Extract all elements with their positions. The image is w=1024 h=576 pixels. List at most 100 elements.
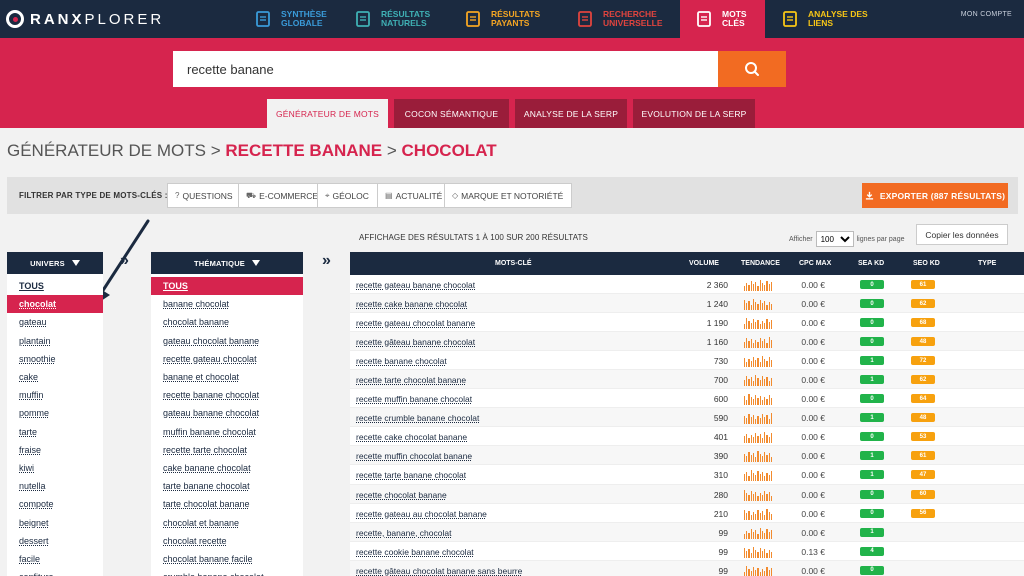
trend-bar: [759, 300, 761, 311]
thematique-item[interactable]: crumble banane chocolat: [151, 568, 303, 576]
trend-bar: [766, 528, 768, 539]
thematique-item[interactable]: recette tarte chocolat: [151, 441, 303, 459]
seo-kd-badge: 68: [911, 318, 935, 328]
univers-item[interactable]: cake: [7, 368, 103, 386]
expand-univers-icon[interactable]: »: [120, 252, 129, 270]
account-link[interactable]: MON COMPTE: [961, 11, 1012, 18]
seo-kd-badge: 72: [911, 356, 935, 366]
expand-thematique-icon[interactable]: »: [322, 252, 331, 270]
col-cpc[interactable]: CPC MAX: [799, 260, 831, 267]
keyword-link[interactable]: recette tarte chocolat banane: [356, 375, 466, 385]
tab-generateur[interactable]: GÉNÉRATEUR DE MOTS: [267, 99, 388, 128]
trend-bar: [750, 528, 752, 539]
filter-chip-0[interactable]: ? QUESTIONS: [167, 183, 242, 208]
thematique-item[interactable]: muffin banane chocolat: [151, 423, 303, 441]
thematique-item[interactable]: chocolat recette: [151, 532, 303, 550]
univers-item[interactable]: confiture: [7, 568, 103, 576]
keyword-link[interactable]: recette cookie banane chocolat: [356, 547, 474, 557]
keyword-link[interactable]: recette banane chocolat: [356, 356, 447, 366]
univers-item[interactable]: fraise: [7, 441, 103, 459]
thematique-item[interactable]: chocolat banane facile: [151, 550, 303, 568]
keyword-link[interactable]: recette gateau banane chocolat: [356, 280, 475, 290]
search-input[interactable]: [173, 51, 718, 87]
table-row: recette tarte banane chocolat 310 0.00 € 1 4…: [350, 465, 1024, 485]
trend-bar: [755, 395, 757, 406]
col-keyword[interactable]: MOTS-CLÉ: [495, 260, 532, 267]
col-volume[interactable]: VOLUME: [689, 260, 719, 267]
keyword-link[interactable]: recette chocolat banane: [356, 490, 447, 500]
filter-chip-1[interactable]: ⛟ E-COMMERCE: [238, 183, 328, 208]
univers-item[interactable]: plantain: [7, 332, 103, 350]
logo[interactable]: RANXPLORER: [6, 10, 164, 28]
trend-bar: [746, 512, 748, 520]
univers-header[interactable]: UNIVERS: [7, 252, 103, 274]
thematique-item[interactable]: tarte banane chocolat: [151, 477, 303, 495]
thematique-item[interactable]: banane chocolat: [151, 295, 303, 313]
filter-chip-2[interactable]: ⌖ GÉOLOC: [317, 183, 378, 208]
thematique-item[interactable]: gateau banane chocolat: [151, 404, 303, 422]
univers-item[interactable]: compote: [7, 495, 103, 513]
search-button[interactable]: [718, 51, 786, 87]
univers-item[interactable]: beignet: [7, 513, 103, 531]
univers-item[interactable]: smoothie: [7, 350, 103, 368]
keyword-link[interactable]: recette gâteau banane chocolat: [356, 337, 475, 347]
univers-item[interactable]: chocolat: [7, 295, 103, 314]
cpc-cell: 0.00 €: [801, 527, 825, 538]
thematique-item[interactable]: tarte chocolat banane: [151, 495, 303, 513]
document-icon: [255, 10, 271, 28]
trend-bar: [746, 550, 748, 558]
nav-item-0[interactable]: SYNTHÈSE GLOBALE: [255, 0, 341, 38]
tab-analyse-serp[interactable]: ANALYSE DE LA SERP: [515, 99, 627, 128]
keyword-link[interactable]: recette cake chocolat banane: [356, 432, 467, 442]
export-button[interactable]: EXPORTER (887 RÉSULTATS): [862, 183, 1008, 208]
nav-item-4[interactable]: MOTS CLÉS: [680, 0, 765, 38]
univers-item[interactable]: gateau: [7, 313, 103, 331]
nav-item-3[interactable]: RECHERCHE UNIVERSELLE: [577, 0, 663, 38]
keyword-link[interactable]: recette cake banane chocolat: [356, 299, 467, 309]
keyword-link[interactable]: recette, banane, chocolat: [356, 528, 451, 538]
thematique-item[interactable]: recette banane chocolat: [151, 386, 303, 404]
univers-item[interactable]: muffin: [7, 386, 103, 404]
thematique-header[interactable]: THÉMATIQUE: [151, 252, 303, 274]
univers-item[interactable]: nutella: [7, 477, 103, 495]
page-size-select[interactable]: 100: [815, 231, 854, 247]
trend-bar: [759, 396, 761, 406]
breadcrumb-level1[interactable]: RECETTE BANANE: [225, 141, 382, 160]
univers-item[interactable]: facile: [7, 550, 103, 568]
keyword-link[interactable]: recette gateau chocolat banane: [356, 318, 475, 328]
univers-item[interactable]: dessert: [7, 532, 103, 550]
keyword-link[interactable]: recette muffin banane chocolat: [356, 394, 472, 404]
univers-item[interactable]: TOUS: [7, 277, 103, 295]
thematique-item[interactable]: chocolat et banane: [151, 513, 303, 531]
univers-item[interactable]: kiwi: [7, 459, 103, 477]
tab-cocon[interactable]: COCON SÉMANTIQUE: [394, 99, 509, 128]
col-seo-kd[interactable]: SEO KD: [913, 260, 940, 267]
trend-bar: [752, 437, 755, 444]
tab-evolution-serp[interactable]: EVOLUTION DE LA SERP: [633, 99, 755, 128]
copy-data-button[interactable]: Copier les données: [916, 224, 1008, 245]
keyword-link[interactable]: recette tarte banane chocolat: [356, 470, 466, 480]
trend-bar: [757, 471, 759, 482]
nav-item-1[interactable]: RÉSULTATS NATURELS: [355, 0, 441, 38]
thematique-item[interactable]: cake banane chocolat: [151, 459, 303, 477]
filter-chip-3[interactable]: ▤ ACTUALITÉ: [377, 183, 452, 208]
trend-bar: [764, 417, 766, 425]
breadcrumb-root[interactable]: GÉNÉRATEUR DE MOTS: [7, 141, 206, 160]
thematique-item[interactable]: chocolat banane: [151, 313, 303, 331]
col-sea-kd[interactable]: SEA KD: [858, 260, 884, 267]
univers-item[interactable]: pomme: [7, 404, 103, 422]
thematique-item[interactable]: gateau chocolat banane: [151, 332, 303, 350]
thematique-item[interactable]: banane et chocolat: [151, 368, 303, 386]
keyword-link[interactable]: recette muffin chocolat banane: [356, 451, 472, 461]
thematique-item[interactable]: recette gateau chocolat: [151, 350, 303, 368]
keyword-link[interactable]: recette crumble banane chocolat: [356, 413, 479, 423]
nav-item-5[interactable]: ANALYSE DES LIENS: [782, 0, 868, 38]
filter-chip-4[interactable]: ◇ MARQUE ET NOTORIÉTÉ: [444, 183, 573, 208]
volume-cell: 590: [713, 413, 728, 424]
nav-item-2[interactable]: RÉSULTATS PAYANTS: [465, 0, 551, 38]
keyword-link[interactable]: recette gateau au chocolat banane: [356, 509, 487, 519]
trend-bar: [750, 417, 752, 425]
univers-item[interactable]: tarte: [7, 423, 103, 441]
keyword-link[interactable]: recette gâteau chocolat banane sans beur…: [356, 566, 522, 576]
thematique-item[interactable]: TOUS: [151, 277, 303, 296]
